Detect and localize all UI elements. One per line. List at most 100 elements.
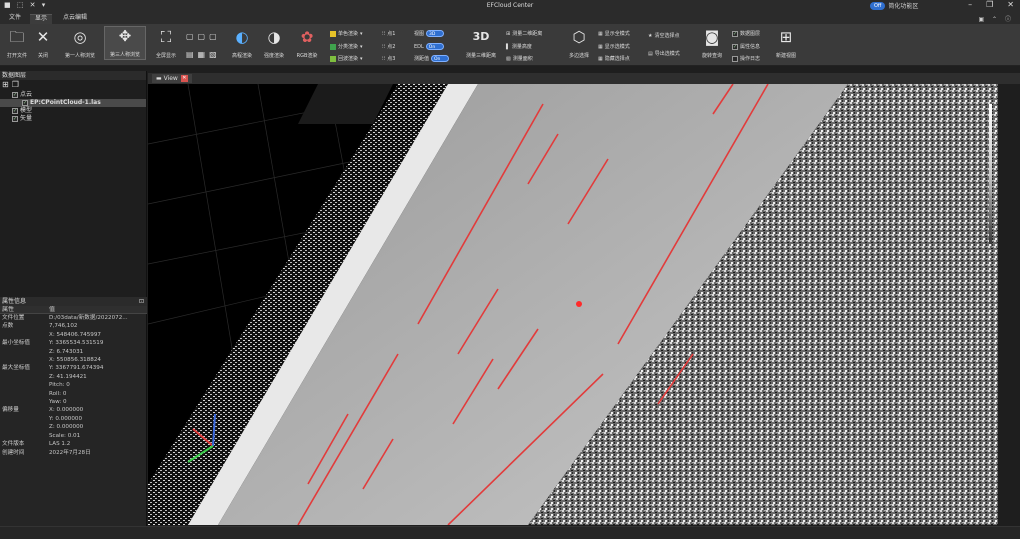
point3-button[interactable]: ⁝⁝ 点3	[382, 55, 395, 63]
third-person-button[interactable]: ✥ 第三人称浏览	[104, 26, 146, 60]
property-key: 文件位置	[2, 315, 25, 321]
single-color-button[interactable]: 单色渲染 ▾	[330, 30, 363, 37]
class-render-button[interactable]: 分类渲染 ▾	[330, 43, 363, 50]
property-key	[0, 373, 49, 381]
layer-checkbox[interactable]: ✓	[12, 91, 18, 98]
layers-copy-icon[interactable]: ❐	[12, 80, 22, 89]
pin-icon[interactable]: ⊡	[139, 297, 144, 306]
property-row: Z: 6.743031	[0, 348, 147, 356]
rgb-render-button[interactable]: ✿ RGB渲染	[292, 28, 322, 59]
property-row: 创建时间 2022年7月28日	[0, 449, 147, 457]
property-key	[0, 432, 49, 440]
tab-pointcloud-edit[interactable]: 点云编辑	[58, 14, 92, 24]
move-icon: ✥	[118, 27, 132, 45]
view-mode-control: 视图 3D	[414, 30, 445, 37]
new-view-button[interactable]: ⊞ 新建视图	[772, 28, 800, 59]
data-layers-checkbox[interactable]: ✓	[732, 30, 738, 37]
full-screen-button[interactable]: ⛶ 全屏显示	[152, 28, 180, 59]
restore-icon[interactable]: ❐	[986, 0, 993, 9]
point2-button[interactable]: ⁝⁝ 点2	[382, 43, 395, 51]
layer-item-vector[interactable]: ✓ 矢量	[0, 115, 146, 123]
show-full-button[interactable]: ▦ 显示全模式	[598, 30, 630, 38]
show-full-icon: ▦	[598, 30, 603, 37]
measure-3d-button[interactable]: 3D 测量三维距离	[462, 28, 500, 59]
property-value: 2022年7月28日	[49, 449, 91, 456]
close-icon[interactable]: ✕	[1007, 0, 1014, 9]
view-mode-toggle[interactable]: 3D	[426, 30, 445, 37]
ruler-icon: ⊞	[506, 30, 511, 37]
layer-item-las-file[interactable]: ✓ EP:CPointCloud-1.las	[0, 99, 146, 107]
layer-item-pointcloud[interactable]: ✓ 点云	[0, 91, 146, 99]
edl-control: EDL On	[414, 43, 444, 50]
return-render-button[interactable]: 回波渲染 ▾	[330, 55, 363, 62]
close-x-icon: ✕	[36, 28, 50, 46]
attribute-info-checkbox[interactable]: ✓	[732, 43, 738, 50]
export-icon: ▤	[648, 50, 653, 57]
property-value: Z: 0.000000	[49, 424, 84, 431]
property-key: 最大坐标值	[2, 365, 30, 372]
point-cloud-viewport[interactable]	[148, 84, 998, 525]
property-value: 7,746,102	[49, 323, 78, 330]
hide-select-button[interactable]: ▦ 隐藏选择点	[598, 55, 630, 63]
elevation-render-button[interactable]: ◐ 高程渲染	[228, 28, 256, 59]
property-key	[0, 356, 49, 364]
layer-checkbox[interactable]: ✓	[22, 99, 28, 106]
property-key	[0, 331, 49, 339]
close-button[interactable]: ✕ 关闭	[33, 28, 53, 59]
operation-log-check[interactable]: 操作日志	[732, 55, 760, 62]
elevation-icon: ◐	[235, 28, 249, 46]
show-select-button[interactable]: ▦ 显示选模式	[598, 43, 630, 51]
class-render-icon	[330, 43, 336, 50]
eye-dome-control: 测距值 On	[414, 55, 450, 62]
selected-point-marker[interactable]	[576, 301, 582, 307]
eye-dome-toggle[interactable]: On	[431, 55, 450, 62]
edl-toggle[interactable]: On	[425, 43, 444, 50]
first-person-button[interactable]: ◎ 第一人称浏览	[58, 28, 102, 59]
point1-button[interactable]: ⁝⁝ 点1	[382, 30, 395, 38]
data-layers-check[interactable]: ✓ 数据图层	[732, 30, 760, 37]
simplify-toggle[interactable]: Off	[870, 1, 886, 10]
clear-select-button[interactable]: ★ 清空选择点	[648, 32, 680, 40]
left-panel: 数据图层 ⊞❐ ✓ 点云 ✓ EP:CPointCloud-1.las ✓ 模型 ✓ 矢…	[0, 71, 147, 526]
ribbon-options-icons[interactable]: ▣ ⌃ ⓘ	[978, 14, 1014, 23]
tab-file[interactable]: 文件	[4, 14, 26, 24]
layer-checkbox[interactable]: ✓	[12, 115, 18, 122]
layer-item-model[interactable]: ✓ 模型	[0, 107, 146, 115]
intensity-render-button[interactable]: ◑ 强度渲染	[260, 28, 288, 59]
property-value: Y: 3367791.674394	[49, 365, 104, 372]
property-key	[0, 423, 49, 431]
minimize-icon[interactable]: –	[968, 0, 972, 9]
layer-checkbox[interactable]: ✓	[12, 107, 18, 114]
property-key	[0, 348, 49, 356]
measure-height-button[interactable]: ▌ 测量高度	[506, 43, 532, 51]
points-icon: ⁝⁝	[382, 55, 386, 62]
view-cube-group[interactable]: ▢▢▢	[186, 32, 221, 41]
property-key: 最小坐标值	[2, 340, 30, 347]
attribute-info-check[interactable]: ✓ 属性信息	[732, 43, 760, 50]
close-view-icon[interactable]: ✕	[180, 75, 188, 82]
property-value: Z: 41.194421	[49, 373, 87, 380]
fullscreen-icon: ⛶	[160, 28, 172, 46]
tab-display[interactable]: 显示	[30, 14, 53, 24]
property-value: Z: 6.743031	[49, 348, 84, 355]
property-row: 最小坐标值 Y: 3365534.531519	[0, 339, 147, 347]
open-file-button[interactable]: 🗀 打开文件	[4, 28, 30, 59]
properties-panel: 属性信息 ⊡ 属性 值 文件位置 D:/03data/新数据/2022072... 点…	[0, 297, 147, 457]
star-icon: ★	[648, 32, 653, 39]
polygon-select-button[interactable]: ⬡ 多边选择	[565, 28, 593, 59]
property-row: X: 548406.745997	[0, 331, 147, 339]
measure-area-button[interactable]: ▧ 测量面积	[506, 55, 533, 63]
rotate-query-button[interactable]: ◙ 旋转查询	[698, 28, 726, 59]
operation-log-checkbox[interactable]	[732, 55, 738, 62]
layers-tree: ✓ 点云 ✓ EP:CPointCloud-1.las ✓ 模型 ✓ 矢量	[0, 91, 146, 297]
layers-toolbar: ⊞❐	[0, 80, 146, 91]
tab-view[interactable]: ▬ View ✕	[152, 74, 192, 83]
property-key: 文件版本	[2, 441, 25, 448]
measure-2d-button[interactable]: ⊞ 测量二维距离	[506, 30, 542, 38]
export-select-button[interactable]: ▤ 导出选模式	[648, 50, 680, 58]
layers-tree-icon[interactable]: ⊞	[2, 80, 12, 89]
simplify-ribbon-switch[interactable]: Off 简化功能区	[870, 1, 918, 10]
view-presets-group[interactable]: ▤▦▧	[186, 50, 221, 59]
point-cloud-render[interactable]	[148, 84, 998, 525]
property-value: Yaw: 0	[49, 399, 67, 406]
